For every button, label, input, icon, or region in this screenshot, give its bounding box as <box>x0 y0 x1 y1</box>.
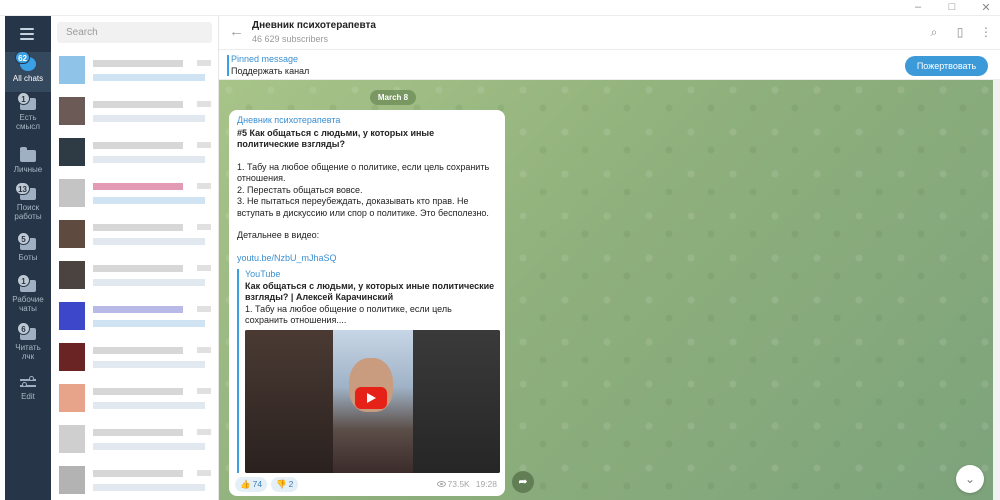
scroll-down-icon[interactable]: ⌄ <box>956 465 984 493</box>
folder-label: Есть смысл <box>16 113 40 131</box>
chat-list-item[interactable] <box>51 173 218 213</box>
thumbs-up-icon: 👍 <box>240 479 251 489</box>
folder-poisk-raboty[interactable]: 13 Поиск работы <box>5 182 51 221</box>
channel-title[interactable]: Дневник психотерапевта <box>252 20 376 31</box>
folder-chitat-lchk[interactable]: 6 Читать лчк <box>5 322 51 361</box>
folder-label: Читать лчк <box>15 343 41 361</box>
folder-icon: 6 <box>17 322 36 340</box>
chat-area: March 8 Дневник психотерапевта #5 Как об… <box>219 80 993 500</box>
unread-badge: 1 <box>17 92 30 105</box>
pinned-text: Поддержать канал <box>231 66 310 76</box>
post-more-label: Детальнее в видео: <box>237 230 320 240</box>
folder-label: Боты <box>18 253 38 262</box>
folder-icon: 1 <box>17 92 36 110</box>
search-icon[interactable]: ⌕ <box>928 25 940 39</box>
subscriber-count: 46 629 subscribers <box>252 34 329 44</box>
chat-list-item[interactable] <box>51 460 218 500</box>
channel-post[interactable]: Дневник психотерапевта #5 Как общаться с… <box>229 110 505 496</box>
window-controls: – □ ✕ <box>912 1 992 14</box>
preview-source: YouTube <box>245 269 281 279</box>
chat-list-item[interactable] <box>51 214 218 254</box>
folder-label: All chats <box>12 74 44 83</box>
play-icon[interactable] <box>355 386 387 409</box>
folder-icon: 1 <box>17 274 36 292</box>
folder-label: Edit <box>21 392 35 401</box>
chat-list-item[interactable] <box>51 50 218 90</box>
close-window-button[interactable]: ✕ <box>980 1 992 14</box>
chat-bubble-icon: 62 <box>15 51 36 71</box>
reaction-thumbs-up[interactable]: 👍 74 <box>235 477 268 492</box>
window-titlebar: – □ ✕ <box>0 0 1000 16</box>
more-options-icon[interactable]: ⋮ <box>980 25 992 39</box>
donate-button[interactable]: Пожертвовать <box>905 56 988 76</box>
preview-description: 1. Табу на любое общение о политике, есл… <box>245 303 452 326</box>
scrollbar[interactable] <box>993 80 1000 500</box>
chat-list-item[interactable] <box>51 91 218 131</box>
search-input[interactable]: Search <box>57 22 212 43</box>
folder-label: Рабочие чаты <box>12 295 44 313</box>
post-line: 3. Не пытаться переубеждать, доказывать … <box>237 196 489 218</box>
chat-list-item[interactable] <box>51 296 218 336</box>
unread-badge: 5 <box>17 232 30 245</box>
folder-est-smysl[interactable]: 1 Есть смысл <box>5 92 51 131</box>
chat-list: Search <box>51 16 219 500</box>
chat-list-item[interactable] <box>51 132 218 172</box>
date-separator: March 8 <box>370 90 416 105</box>
eye-icon <box>436 480 446 487</box>
share-icon[interactable]: ➦ <box>512 471 534 493</box>
chat-list-item[interactable] <box>51 337 218 377</box>
pinned-message-bar[interactable]: Pinned message Поддержать канал Пожертво… <box>219 51 1000 80</box>
sidebar-toggle-icon[interactable]: ▯ <box>954 25 966 39</box>
post-author[interactable]: Дневник психотерапевта <box>237 115 497 127</box>
chat-list-item[interactable] <box>51 255 218 295</box>
views: 73.5K <box>436 479 470 491</box>
folder-lichnye[interactable]: Личные <box>5 147 51 174</box>
pinned-indicator <box>227 55 229 76</box>
maximize-button[interactable]: □ <box>946 1 958 14</box>
pinned-title: Pinned message <box>231 54 299 64</box>
chat-header: ← Дневник психотерапевта 46 629 subscrib… <box>219 16 1000 50</box>
chat-list-item[interactable] <box>51 419 218 459</box>
post-time: 19:28 <box>475 478 497 489</box>
link-preview[interactable]: YouTube Как общаться с людьми, у которых… <box>237 269 500 473</box>
sliders-icon <box>20 376 36 389</box>
folder-icon <box>20 147 36 162</box>
folder-all-chats[interactable]: 62 All chats <box>5 51 51 92</box>
folder-rabochie-chaty[interactable]: 1 Рабочие чаты <box>5 274 51 313</box>
thumbs-down-icon: 👎 <box>276 479 287 489</box>
unread-badge: 62 <box>15 51 30 64</box>
reactions: 👍 74 👎 2 <box>235 477 299 492</box>
folder-label: Личные <box>13 165 43 174</box>
chat-list-item[interactable] <box>51 378 218 418</box>
post-meta: 73.5K 19:28 <box>436 478 497 491</box>
menu-icon[interactable] <box>20 28 34 43</box>
post-line: 1. Табу на любое общение о политике, есл… <box>237 161 490 184</box>
unread-badge: 1 <box>17 274 30 287</box>
folder-edit[interactable]: Edit <box>5 376 51 401</box>
post-line: 2. Перестать общаться вовсе. <box>237 184 363 195</box>
preview-title: Как общаться с людьми, у которых иные по… <box>245 280 495 303</box>
folder-icon: 13 <box>15 182 36 200</box>
unread-badge: 13 <box>15 182 30 195</box>
folder-boty[interactable]: 5 Боты <box>5 232 51 262</box>
video-link[interactable]: youtu.be/NzbU_mJhaSQ <box>237 253 497 265</box>
folder-label: Поиск работы <box>14 203 42 221</box>
reaction-thumbs-down[interactable]: 👎 2 <box>271 477 299 492</box>
header-actions: ⌕ ▯ ⋮ <box>928 25 992 39</box>
post-title: #5 Как общаться с людьми, у которых иные… <box>237 127 435 150</box>
folders-sidebar: 62 All chats 1 Есть смысл Личные 13 Поиск… <box>5 16 51 500</box>
folder-icon: 5 <box>17 232 36 250</box>
back-arrow-icon[interactable]: ← <box>229 24 244 40</box>
minimize-button[interactable]: – <box>912 1 924 14</box>
video-thumbnail[interactable] <box>245 329 500 473</box>
unread-badge: 6 <box>17 322 30 335</box>
